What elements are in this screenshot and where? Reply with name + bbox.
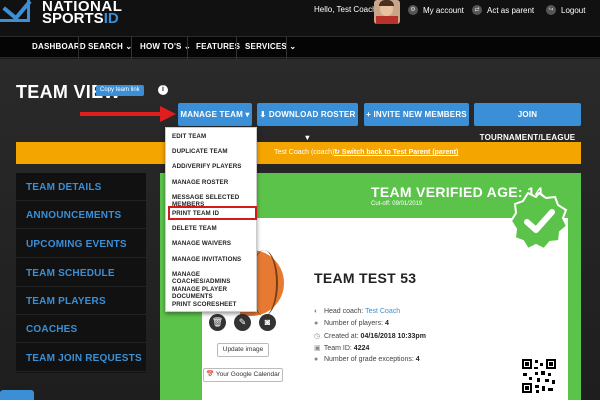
join-tournament-button[interactable]: JOIN TOURNAMENT/LEAGUE	[474, 103, 581, 142]
manage-team-button[interactable]: MANAGE TEAM ▾	[178, 103, 252, 126]
logout-link[interactable]: ↪ Logout	[546, 5, 585, 15]
qr-code	[521, 358, 557, 394]
greeting-text: Hello, Test Coach	[314, 5, 377, 14]
users-icon: ●	[314, 356, 319, 363]
manage-team-dropdown: EDIT TEAM DUPLICATE TEAM ADD/VERIFY PLAY…	[165, 127, 257, 312]
menu-item-manage-invitations[interactable]: MANAGE INVITATIONS	[172, 256, 241, 263]
top-header: NATIONAL SPORTSID Hello, Test Coach ⚙ My…	[0, 0, 600, 36]
my-account-link[interactable]: ⚙ My account	[408, 5, 464, 15]
update-image-button[interactable]: Update image	[217, 343, 269, 357]
instagram-icon[interactable]: ◙	[259, 314, 276, 331]
sidebar-item-team-join-requests[interactable]: TEAM JOIN REQUESTS	[16, 344, 146, 372]
clock-icon: ◷	[314, 333, 321, 340]
logout-icon: ↪	[546, 5, 556, 15]
team-sidebar: TEAM DETAILS ANNOUNCEMENTS UPCOMING EVEN…	[16, 173, 146, 373]
menu-item-print-team-id[interactable]: PRINT TEAM ID	[172, 210, 219, 217]
head-coach-row: ◐ Head coach: Test Coach	[314, 308, 401, 315]
nav-services[interactable]: SERVICES ⌄	[245, 42, 296, 51]
id-card-icon: ▣	[314, 345, 321, 352]
menu-item-delete-team[interactable]: DELETE TEAM	[172, 225, 217, 232]
sidebar-item-upcoming-events[interactable]: UPCOMING EVENTS	[16, 230, 146, 258]
user-icon: ●	[314, 320, 319, 327]
download-roster-button[interactable]: ⬇ DOWNLOAD ROSTER ▾	[257, 103, 358, 142]
cutoff-date: Cut-off: 09/01/2019	[371, 201, 423, 207]
head-coach-link[interactable]: Test Coach	[365, 308, 400, 315]
menu-item-duplicate-team[interactable]: DUPLICATE TEAM	[172, 148, 228, 155]
annotation-arrow	[80, 112, 162, 116]
google-calendar-button[interactable]: 📅 Your Google Calendar	[203, 368, 283, 382]
gear-icon: ⚙	[408, 5, 418, 15]
nav-search[interactable]: SEARCH ⌄	[88, 42, 132, 51]
whistle-icon: ◐	[314, 308, 319, 315]
menu-item-edit-team[interactable]: EDIT TEAM	[172, 133, 206, 140]
menu-item-print-scoresheet[interactable]: PRINT SCORESHEET	[172, 301, 237, 308]
arrow-right-icon	[160, 106, 176, 122]
sidebar-item-coaches[interactable]: COACHES	[16, 315, 146, 343]
menu-item-manage-player-documents[interactable]: MANAGE PLAYER DOCUMENTS	[172, 286, 256, 300]
act-as-parent-link[interactable]: ⇄ Act as parent	[472, 5, 534, 15]
copy-team-link-button[interactable]: Copy team link	[96, 85, 144, 96]
logo-text-sports: SPORTSID	[42, 10, 119, 27]
banner-text: Test Coach (coach).	[274, 149, 337, 156]
switch-back-link[interactable]: ↻ Switch back to Test Parent (parent)	[334, 142, 458, 164]
nav-features[interactable]: FEATURES	[196, 42, 240, 51]
exceptions-row: ● Number of grade exceptions: 4	[314, 356, 420, 363]
players-row: ● Number of players: 4	[314, 320, 389, 327]
created-row: ◷ Created at: 04/16/2018 10:33pm	[314, 333, 426, 340]
acting-as-banner: Test Coach (coach). ↻ Switch back to Tes…	[16, 142, 581, 164]
invite-new-members-button[interactable]: + INVITE NEW MEMBERS	[364, 103, 469, 126]
main-nav: DASHBOARD SEARCH ⌄ HOW TO'S ⌄ FEATURES S…	[0, 36, 600, 59]
team-id-row: ▣ Team ID: 4224	[314, 345, 370, 352]
sidebar-item-announcements[interactable]: ANNOUNCEMENTS	[16, 201, 146, 229]
info-icon[interactable]: i	[158, 85, 168, 95]
sidebar-item-team-players[interactable]: TEAM PLAYERS	[16, 287, 146, 315]
menu-item-add-verify-players[interactable]: ADD/VERIFY PLAYERS	[172, 163, 242, 170]
sidebar-item-team-details[interactable]: TEAM DETAILS	[16, 173, 146, 201]
menu-item-manage-coaches[interactable]: MANAGE COACHES/ADMINS	[172, 271, 256, 285]
switch-user-icon: ⇄	[472, 5, 482, 15]
team-name: TEAM TEST 53	[314, 270, 417, 286]
menu-item-manage-waivers[interactable]: MANAGE WAIVERS	[172, 240, 231, 247]
menu-item-manage-roster[interactable]: MANAGE ROSTER	[172, 179, 228, 186]
verified-badge-icon	[510, 192, 568, 250]
sidebar-item-team-schedule[interactable]: TEAM SCHEDULE	[16, 259, 146, 287]
avatar[interactable]	[374, 0, 400, 24]
feedback-tab[interactable]	[0, 390, 34, 400]
delete-image-icon[interactable]: 🗑	[209, 314, 226, 331]
nav-how-tos[interactable]: HOW TO'S ⌄	[140, 42, 191, 51]
edit-image-icon[interactable]: ✎	[234, 314, 251, 331]
